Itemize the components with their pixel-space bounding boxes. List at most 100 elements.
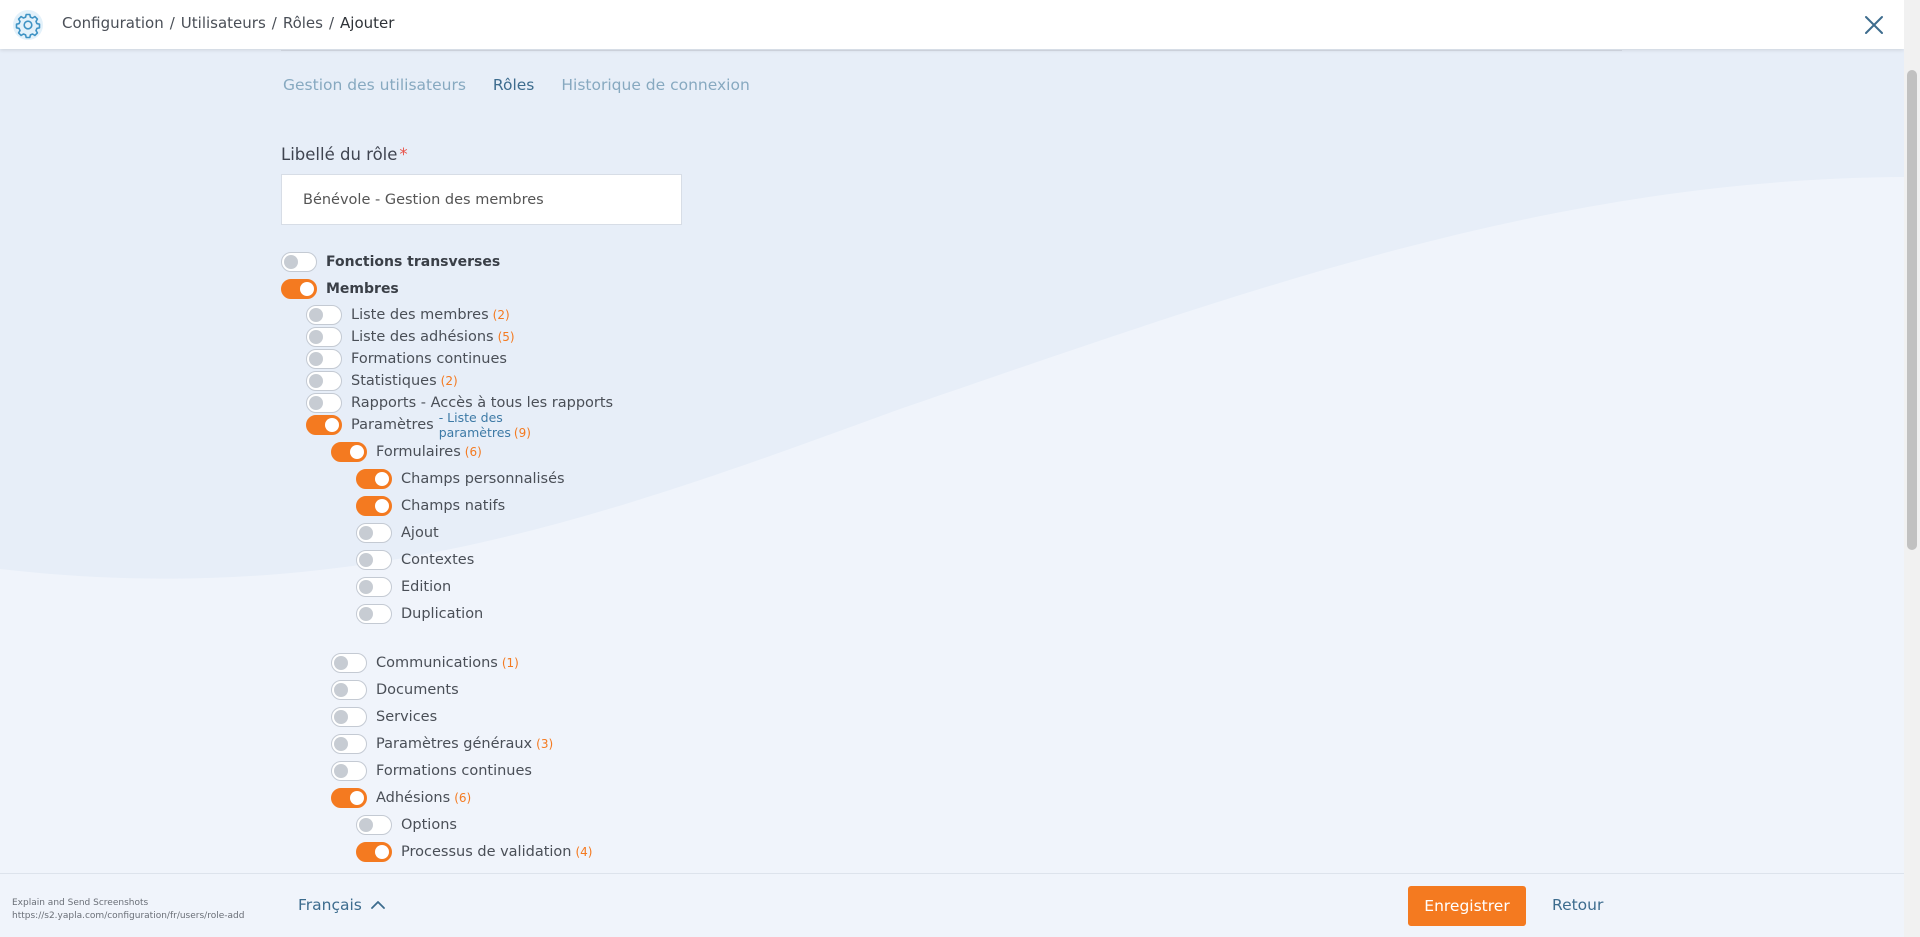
permission-toggle[interactable] <box>331 680 367 700</box>
permission-toggle[interactable] <box>356 550 392 570</box>
permission-row: Duplication <box>356 603 483 625</box>
permission-toggle[interactable] <box>356 604 392 624</box>
permission-label: Duplication <box>401 606 484 622</box>
permission-toggle[interactable] <box>306 371 342 391</box>
extension-title: Explain and Send Screenshots <box>12 898 149 908</box>
breadcrumb-utilisateurs[interactable]: Utilisateurs <box>181 14 266 32</box>
permission-row: Options <box>356 814 457 836</box>
breadcrumb: Configuration / Utilisateurs / Rôles / A… <box>62 14 394 32</box>
permission-count: (5) <box>497 330 515 344</box>
permission-toggle[interactable] <box>306 393 342 413</box>
breadcrumb-separator: / <box>328 14 335 32</box>
language-selector[interactable]: Français <box>298 896 386 914</box>
permission-toggle[interactable] <box>356 842 392 862</box>
permission-label: Paramètres généraux <box>376 736 533 752</box>
permission-row: Champs natifs <box>356 495 505 517</box>
permission-row: Fonctions transverses <box>281 251 500 273</box>
role-name-input[interactable] <box>281 174 682 225</box>
permission-label: Formulaires <box>376 444 461 460</box>
permission-row: Paramètres généraux (3) <box>331 733 553 755</box>
permission-toggle[interactable] <box>356 523 392 543</box>
permission-label: Formations continues <box>351 351 507 367</box>
permission-count: (2) <box>492 308 510 322</box>
permission-count: (4) <box>575 845 593 859</box>
permission-toggle[interactable] <box>331 761 367 781</box>
permission-count: (1) <box>501 656 519 670</box>
permission-row: Formations continues <box>331 760 532 782</box>
permission-count: (3) <box>536 737 554 751</box>
tab-bar: Gestion des utilisateurs Rôles Historiqu… <box>283 76 750 94</box>
permission-row: Liste des membres (2) <box>306 304 510 326</box>
permission-label: Champs natifs <box>401 498 506 514</box>
permission-row: Ajout <box>356 522 439 544</box>
role-label: Libellé du rôle * <box>281 145 408 164</box>
permission-toggle[interactable] <box>331 788 367 808</box>
permission-toggle[interactable] <box>281 279 317 299</box>
permission-count: (6) <box>454 791 472 805</box>
permission-toggle[interactable] <box>331 707 367 727</box>
permission-row: Champs personnalisés <box>356 468 565 490</box>
permission-toggle[interactable] <box>356 577 392 597</box>
permission-count: (2) <box>440 374 458 388</box>
back-button[interactable]: Retour <box>1552 896 1603 914</box>
permission-label: Statistiques <box>351 373 437 389</box>
required-mark: * <box>399 145 408 164</box>
breadcrumb-current: Ajouter <box>340 14 395 32</box>
settings-gear-icon[interactable] <box>12 9 44 41</box>
breadcrumb-configuration[interactable]: Configuration <box>62 14 164 32</box>
permission-row: Communications (1) <box>331 652 519 674</box>
extension-url: https://s2.yapla.com/configuration/fr/us… <box>12 911 245 921</box>
permission-label: Contextes <box>401 552 475 568</box>
permission-row: Contextes <box>356 549 474 571</box>
permission-label: Champs personnalisés <box>401 471 565 487</box>
permission-toggle[interactable] <box>356 469 392 489</box>
chevron-up-icon <box>370 901 385 909</box>
permission-count: (6) <box>464 445 482 459</box>
permission-toggle[interactable] <box>306 415 342 435</box>
close-icon[interactable] <box>1861 12 1887 38</box>
background-wave <box>0 49 1904 873</box>
footer-bar: Explain and Send Screenshots https://s2.… <box>0 873 1904 937</box>
permission-label: Edition <box>401 579 452 595</box>
permission-row: Documents <box>331 679 459 701</box>
permission-label: Ajout <box>401 525 439 541</box>
permission-toggle[interactable] <box>331 734 367 754</box>
permission-label: Liste des membres <box>351 307 489 323</box>
permission-sublink[interactable]: - Liste des paramètres (9) <box>439 410 531 440</box>
permission-row: Processus de validation (4) <box>356 841 592 863</box>
permission-label: Adhésions <box>376 790 451 806</box>
permission-row: Services <box>331 706 437 728</box>
permission-toggle[interactable] <box>306 305 342 325</box>
tab-roles[interactable]: Rôles <box>493 76 534 94</box>
permission-row: Edition <box>356 576 451 598</box>
breadcrumb-separator: / <box>271 14 277 32</box>
permission-row: Formulaires (6) <box>331 441 482 463</box>
scrollbar-thumb[interactable] <box>1907 70 1917 550</box>
permission-toggle[interactable] <box>356 815 392 835</box>
scrollbar[interactable] <box>1904 0 1920 937</box>
breadcrumb-roles[interactable]: Rôles <box>283 14 323 32</box>
permission-toggle[interactable] <box>306 327 342 347</box>
permission-label: Communications <box>376 655 498 671</box>
permission-label: Services <box>376 709 438 725</box>
permission-row: Liste des adhésions (5) <box>306 326 515 348</box>
save-button[interactable]: Enregistrer <box>1408 886 1526 926</box>
permission-toggle[interactable] <box>306 349 342 369</box>
permission-row: Formations continues <box>306 348 507 370</box>
permission-toggle[interactable] <box>331 442 367 462</box>
tab-user-management[interactable]: Gestion des utilisateurs <box>283 76 466 94</box>
permission-label: Documents <box>376 682 459 698</box>
extension-overlay: Explain and Send Screenshots https://s2.… <box>12 897 244 923</box>
permission-toggle[interactable] <box>331 653 367 673</box>
permission-toggle[interactable] <box>356 496 392 516</box>
permission-label: Fonctions transverses <box>326 254 501 270</box>
permission-label: Membres <box>326 281 399 297</box>
permission-toggle[interactable] <box>281 252 317 272</box>
permission-label: Options <box>401 817 457 833</box>
breadcrumb-separator: / <box>169 14 175 32</box>
tab-login-history[interactable]: Historique de connexion <box>561 76 749 94</box>
role-label-text: Libellé du rôle <box>281 145 398 164</box>
permission-count: (9) <box>513 426 531 440</box>
permission-row: Statistiques (2) <box>306 370 458 392</box>
permission-sublink-text: - Liste des paramètres <box>438 410 511 440</box>
